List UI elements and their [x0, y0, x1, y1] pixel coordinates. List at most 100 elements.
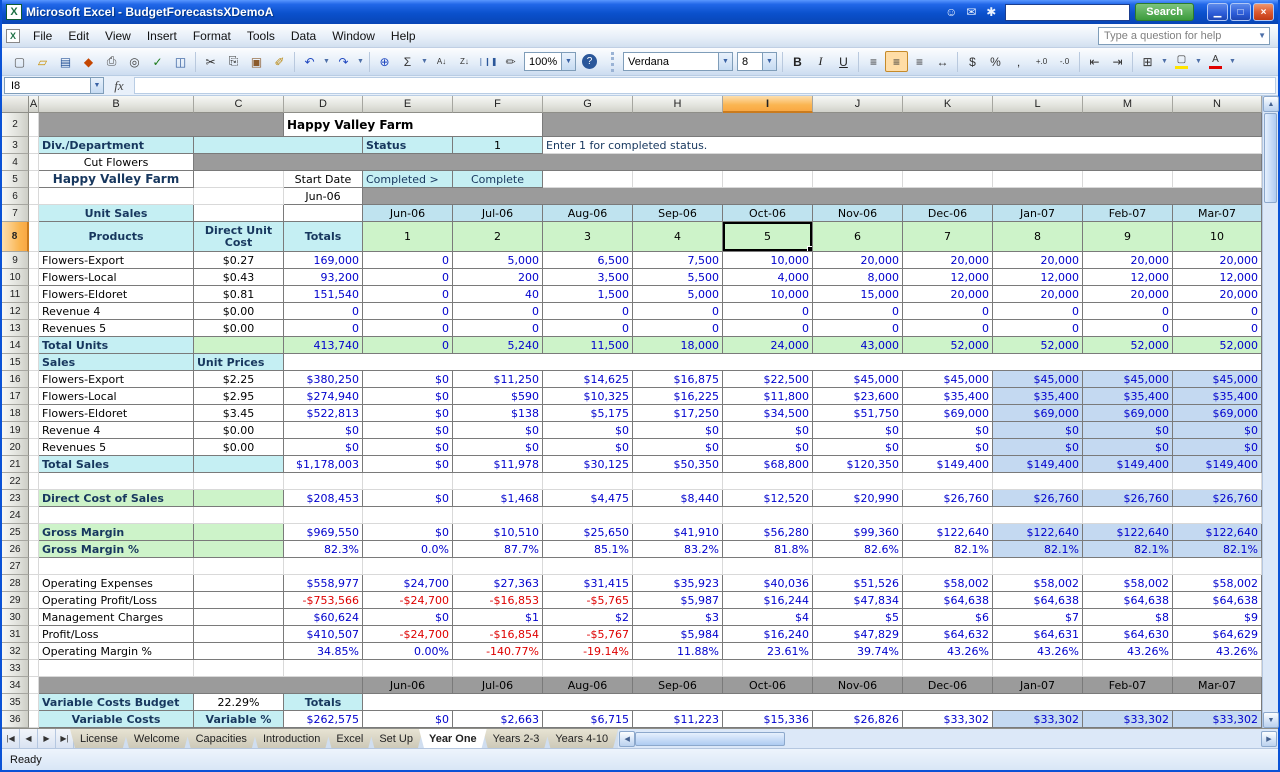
cell-J11[interactable]: 15,000 [813, 286, 903, 303]
cell-J30[interactable]: $5 [813, 609, 903, 626]
row-header-25[interactable]: 25 [2, 524, 29, 541]
cell-A11[interactable] [29, 286, 39, 303]
cell-H9[interactable]: 7,500 [633, 252, 723, 269]
cell-L20[interactable]: $0 [993, 439, 1083, 456]
cell-G36[interactable]: $6,715 [543, 711, 633, 728]
cell-G12[interactable]: 0 [543, 303, 633, 320]
menu-help[interactable]: Help [383, 26, 424, 46]
scroll-left-button[interactable]: ◀ [619, 731, 635, 747]
cell-F5[interactable]: Complete [453, 171, 543, 188]
cell-E24[interactable] [363, 507, 453, 524]
cell-C26[interactable] [194, 541, 284, 558]
column-header-D[interactable]: D [284, 96, 363, 113]
cell-B7[interactable]: Unit Sales [39, 205, 194, 222]
cell-L34[interactable]: Jan-07 [993, 677, 1083, 694]
cell-L19[interactable]: $0 [993, 422, 1083, 439]
cell-B17[interactable]: Flowers-Local [39, 388, 194, 405]
cell-N10[interactable]: 12,000 [1173, 269, 1262, 286]
row-header-6[interactable]: 6 [2, 188, 29, 205]
first-sheet-button[interactable]: |◀ [2, 729, 20, 748]
cell-L36[interactable]: $33,302 [993, 711, 1083, 728]
cell-G11[interactable]: 1,500 [543, 286, 633, 303]
cell-H34[interactable]: Sep-06 [633, 677, 723, 694]
redo-dropdown[interactable]: ▼ [355, 51, 366, 72]
column-header-A[interactable]: A [29, 96, 39, 113]
row-header-34[interactable]: 34 [2, 677, 29, 694]
cell-C10[interactable]: $0.43 [194, 269, 284, 286]
underline-icon[interactable]: U [832, 51, 855, 72]
vertical-scrollbar[interactable]: ▲ ▼ [1262, 96, 1278, 728]
spelling-icon[interactable]: ✓ [146, 51, 169, 72]
cell-A5[interactable] [29, 171, 39, 188]
row-header-20[interactable]: 20 [2, 439, 29, 456]
cell-A28[interactable] [29, 575, 39, 592]
cell-F3[interactable]: 1 [453, 137, 543, 154]
cell-K8[interactable]: 7 [903, 222, 993, 252]
cell-M13[interactable]: 0 [1083, 320, 1173, 337]
cell-L11[interactable]: 20,000 [993, 286, 1083, 303]
cell-B33[interactable] [39, 660, 194, 677]
prev-sheet-button[interactable]: ◀ [20, 729, 38, 748]
cell-J16[interactable]: $45,000 [813, 371, 903, 388]
cell-L29[interactable]: $64,638 [993, 592, 1083, 609]
cell-H12[interactable]: 0 [633, 303, 723, 320]
cell-C8[interactable]: Direct Unit Cost [194, 222, 284, 252]
cell-A20[interactable] [29, 439, 39, 456]
row-header-5[interactable]: 5 [2, 171, 29, 188]
cell-N24[interactable] [1173, 507, 1262, 524]
row-header-14[interactable]: 14 [2, 337, 29, 354]
cell-D22[interactable] [284, 473, 363, 490]
italic-icon[interactable]: I [809, 51, 832, 72]
cell-B34[interactable] [39, 677, 363, 694]
row-header-33[interactable]: 33 [2, 660, 29, 677]
cell-D5[interactable]: Start Date [284, 171, 363, 188]
cell-A14[interactable] [29, 337, 39, 354]
cell-K32[interactable]: 43.26% [903, 643, 993, 660]
cell-N20[interactable]: $0 [1173, 439, 1262, 456]
cell-B28[interactable]: Operating Expenses [39, 575, 194, 592]
cell-B2[interactable] [39, 113, 284, 137]
cell-F34[interactable]: Jul-06 [453, 677, 543, 694]
cell-E10[interactable]: 0 [363, 269, 453, 286]
cell-M26[interactable]: 82.1% [1083, 541, 1173, 558]
cell-F27[interactable] [453, 558, 543, 575]
cell-K27[interactable] [903, 558, 993, 575]
cell-C17[interactable]: $2.95 [194, 388, 284, 405]
row-header-13[interactable]: 13 [2, 320, 29, 337]
cell-B31[interactable]: Profit/Loss [39, 626, 194, 643]
cell-M17[interactable]: $35,400 [1083, 388, 1173, 405]
cell-B14[interactable]: Total Units [39, 337, 194, 354]
cell-I8[interactable]: 5 [723, 222, 813, 252]
cell-J36[interactable]: $26,826 [813, 711, 903, 728]
cell-K21[interactable]: $149,400 [903, 456, 993, 473]
cell-C28[interactable] [194, 575, 284, 592]
cell-L10[interactable]: 12,000 [993, 269, 1083, 286]
fill-color-dropdown[interactable]: ▼ [1193, 51, 1204, 72]
cell-B22[interactable] [39, 473, 194, 490]
cell-D21[interactable]: $1,178,003 [284, 456, 363, 473]
cell-A26[interactable] [29, 541, 39, 558]
cell-K7[interactable]: Dec-06 [903, 205, 993, 222]
cell-H26[interactable]: 83.2% [633, 541, 723, 558]
cell-A8[interactable] [29, 222, 39, 252]
cell-D2[interactable]: Happy Valley Farm [284, 113, 543, 137]
sheet-tab-set-up[interactable]: Set Up [369, 729, 423, 748]
cell-D9[interactable]: 169,000 [284, 252, 363, 269]
column-header-E[interactable]: E [363, 96, 453, 113]
cell-H27[interactable] [633, 558, 723, 575]
cell-C19[interactable]: $0.00 [194, 422, 284, 439]
cell-A36[interactable] [29, 711, 39, 728]
cell-H10[interactable]: 5,500 [633, 269, 723, 286]
cell-D18[interactable]: $522,813 [284, 405, 363, 422]
cell-K5[interactable] [903, 171, 993, 188]
cell-E27[interactable] [363, 558, 453, 575]
cell-K30[interactable]: $6 [903, 609, 993, 626]
maximize-button[interactable]: □ [1230, 3, 1251, 21]
row-header-32[interactable]: 32 [2, 643, 29, 660]
cell-L25[interactable]: $122,640 [993, 524, 1083, 541]
sheet-tab-license[interactable]: License [70, 729, 128, 748]
cell-K26[interactable]: 82.1% [903, 541, 993, 558]
cell-C4[interactable] [194, 154, 1262, 171]
row-header-29[interactable]: 29 [2, 592, 29, 609]
menu-format[interactable]: Format [185, 26, 239, 46]
